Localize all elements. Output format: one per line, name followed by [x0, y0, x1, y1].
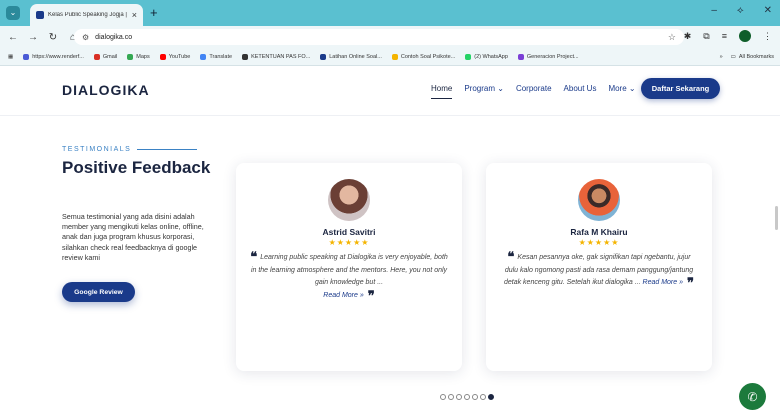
section-description: Semua testimonial yang ada disini adalah…: [62, 212, 204, 262]
folder-icon: ▭: [730, 54, 736, 60]
nav-about-us[interactable]: About Us: [564, 84, 597, 99]
whatsapp-bookmark-icon: [465, 53, 472, 60]
gmail-icon: [93, 53, 100, 60]
bookmark-item[interactable]: Latihan Online Soal...: [320, 53, 382, 60]
profile-avatar-icon[interactable]: [739, 30, 751, 42]
nav-home[interactable]: Home: [431, 84, 453, 99]
tab-search-button[interactable]: ⌄: [6, 6, 20, 20]
quote-close-icon: ❞: [687, 275, 694, 290]
bookmark-item[interactable]: (2) WhatsApp: [465, 53, 508, 60]
extensions-puzzle-icon[interactable]: ⧉: [703, 31, 709, 42]
tab-close-icon[interactable]: ×: [132, 10, 137, 20]
nav-more[interactable]: More ⌄: [608, 84, 635, 99]
carousel-dot[interactable]: [488, 394, 494, 400]
bookmark-favicon-icon: [23, 53, 30, 60]
media-icon[interactable]: ≡: [722, 31, 727, 41]
section-eyebrow: TESTIMONIALS: [62, 146, 198, 153]
quote-open-icon: ❝: [507, 249, 515, 264]
page-scrollbar[interactable]: [775, 206, 778, 230]
bookmark-item[interactable]: Translate: [200, 53, 232, 60]
bookmark-star-icon[interactable]: ☆: [668, 32, 676, 43]
rating-stars: ★★★★★: [328, 238, 370, 247]
translate-icon: [200, 53, 207, 60]
carousel-pagination: [440, 394, 494, 400]
close-window-button[interactable]: ✕: [764, 5, 772, 16]
carousel-dot[interactable]: [440, 394, 446, 400]
carousel-dot[interactable]: [448, 394, 454, 400]
bookmarks-overflow: » ▭ All Bookmarks: [713, 48, 774, 65]
bookmark-item[interactable]: KETENTUAN PAS FO...: [242, 53, 310, 60]
testimonial-name: Rafa M Khairu: [570, 227, 628, 237]
extension-icon[interactable]: ✱: [684, 31, 692, 42]
bookmark-item[interactable]: Gmail: [93, 53, 117, 60]
bookmark-favicon-icon: [517, 53, 524, 60]
bookmark-favicon-icon: [391, 53, 398, 60]
back-icon[interactable]: ←: [8, 32, 18, 43]
register-now-button[interactable]: Daftar Sekarang: [641, 78, 720, 99]
site-header: DIALOGIKA Home Program ⌄ Corporate About…: [0, 66, 780, 116]
testimonial-card: Rafa M Khairu ★★★★★ ❝ Kesan pesannya oke,…: [486, 163, 712, 371]
section-headline: Positive Feedback: [62, 158, 211, 177]
address-bar[interactable]: ⚙ dialogika.co ☆: [74, 29, 684, 45]
site-favicon-icon: [36, 11, 44, 19]
testimonial-name: Astrid Savitri: [322, 227, 376, 237]
menu-kebab-icon[interactable]: ⋮: [763, 31, 772, 42]
nav-corporate[interactable]: Corporate: [516, 84, 552, 99]
read-more-link[interactable]: Read More »: [643, 279, 683, 286]
whatsapp-icon: ✆: [747, 389, 758, 404]
bookmark-favicon-icon: [320, 53, 327, 60]
bookmarks-more-button[interactable]: »: [720, 54, 723, 60]
new-tab-button[interactable]: +: [150, 6, 158, 20]
bookmark-item[interactable]: https://www.renderf...: [23, 53, 84, 60]
window-controls: – ⟡ ✕: [711, 5, 772, 16]
testimonial-card: Astrid Savitri ★★★★★ ❝ Learning public sp…: [236, 163, 462, 371]
eyebrow-divider: [137, 149, 198, 150]
bookmarks-bar: ▦ https://www.renderf... Gmail Maps YouT…: [0, 48, 780, 66]
testimonial-quote: ❝ Learning public speaking at Dialogika i…: [250, 249, 448, 303]
bookmark-favicon-icon: [242, 53, 249, 60]
forward-icon[interactable]: →: [28, 32, 38, 43]
browser-tab[interactable]: Kelas Public Speaking Jogja | Di ×: [30, 4, 143, 26]
bookmark-item[interactable]: YouTube: [159, 53, 190, 60]
bookmark-item[interactable]: Generacion Project...: [517, 53, 579, 60]
quote-open-icon: ❝: [250, 249, 258, 264]
maps-icon: [127, 53, 134, 60]
nav-program[interactable]: Program ⌄: [464, 84, 504, 99]
minimize-button[interactable]: –: [711, 5, 717, 16]
whatsapp-chat-button[interactable]: ✆: [739, 383, 766, 410]
carousel-dot[interactable]: [480, 394, 486, 400]
reload-icon[interactable]: ↻: [48, 32, 58, 43]
tab-title: Kelas Public Speaking Jogja | Di: [48, 12, 129, 18]
tab-bar: ⌄ Kelas Public Speaking Jogja | Di × + –…: [0, 0, 780, 26]
avatar: [328, 179, 370, 221]
apps-grid-icon[interactable]: ▦: [8, 54, 13, 60]
read-more-link[interactable]: Read More »: [323, 292, 363, 299]
google-review-button[interactable]: Google Review: [62, 282, 135, 302]
web-page: DIALOGIKA Home Program ⌄ Corporate About…: [0, 66, 780, 413]
browser-chrome: ⌄ Kelas Public Speaking Jogja | Di × + –…: [0, 0, 780, 66]
url-text: dialogika.co: [95, 33, 133, 41]
avatar: [578, 179, 620, 221]
toolbar-actions: ✱ ⧉ ≡ ⋮: [684, 30, 772, 42]
bookmark-item[interactable]: Maps: [127, 53, 150, 60]
main-nav: Home Program ⌄ Corporate About Us More ⌄: [431, 84, 636, 99]
carousel-dot[interactable]: [472, 394, 478, 400]
site-logo[interactable]: DIALOGIKA: [62, 82, 150, 98]
quote-close-icon: ❞: [367, 287, 375, 303]
all-bookmarks-button[interactable]: ▭ All Bookmarks: [731, 54, 774, 60]
restore-button[interactable]: ⟡: [737, 5, 744, 16]
youtube-icon: [159, 53, 166, 60]
carousel-dot[interactable]: [456, 394, 462, 400]
rating-stars: ★★★★★: [578, 238, 620, 247]
bookmark-item[interactable]: Contoh Soal Psikote...: [391, 53, 455, 60]
testimonial-quote: ❝ Kesan pesannya oke, gak signifikan tapi…: [503, 249, 694, 290]
browser-toolbar: ← → ↻ ⌂ ⚙ dialogika.co ☆ ✱ ⧉ ≡ ⋮: [0, 26, 780, 48]
carousel-dot[interactable]: [464, 394, 470, 400]
site-info-icon[interactable]: ⚙: [82, 33, 89, 42]
